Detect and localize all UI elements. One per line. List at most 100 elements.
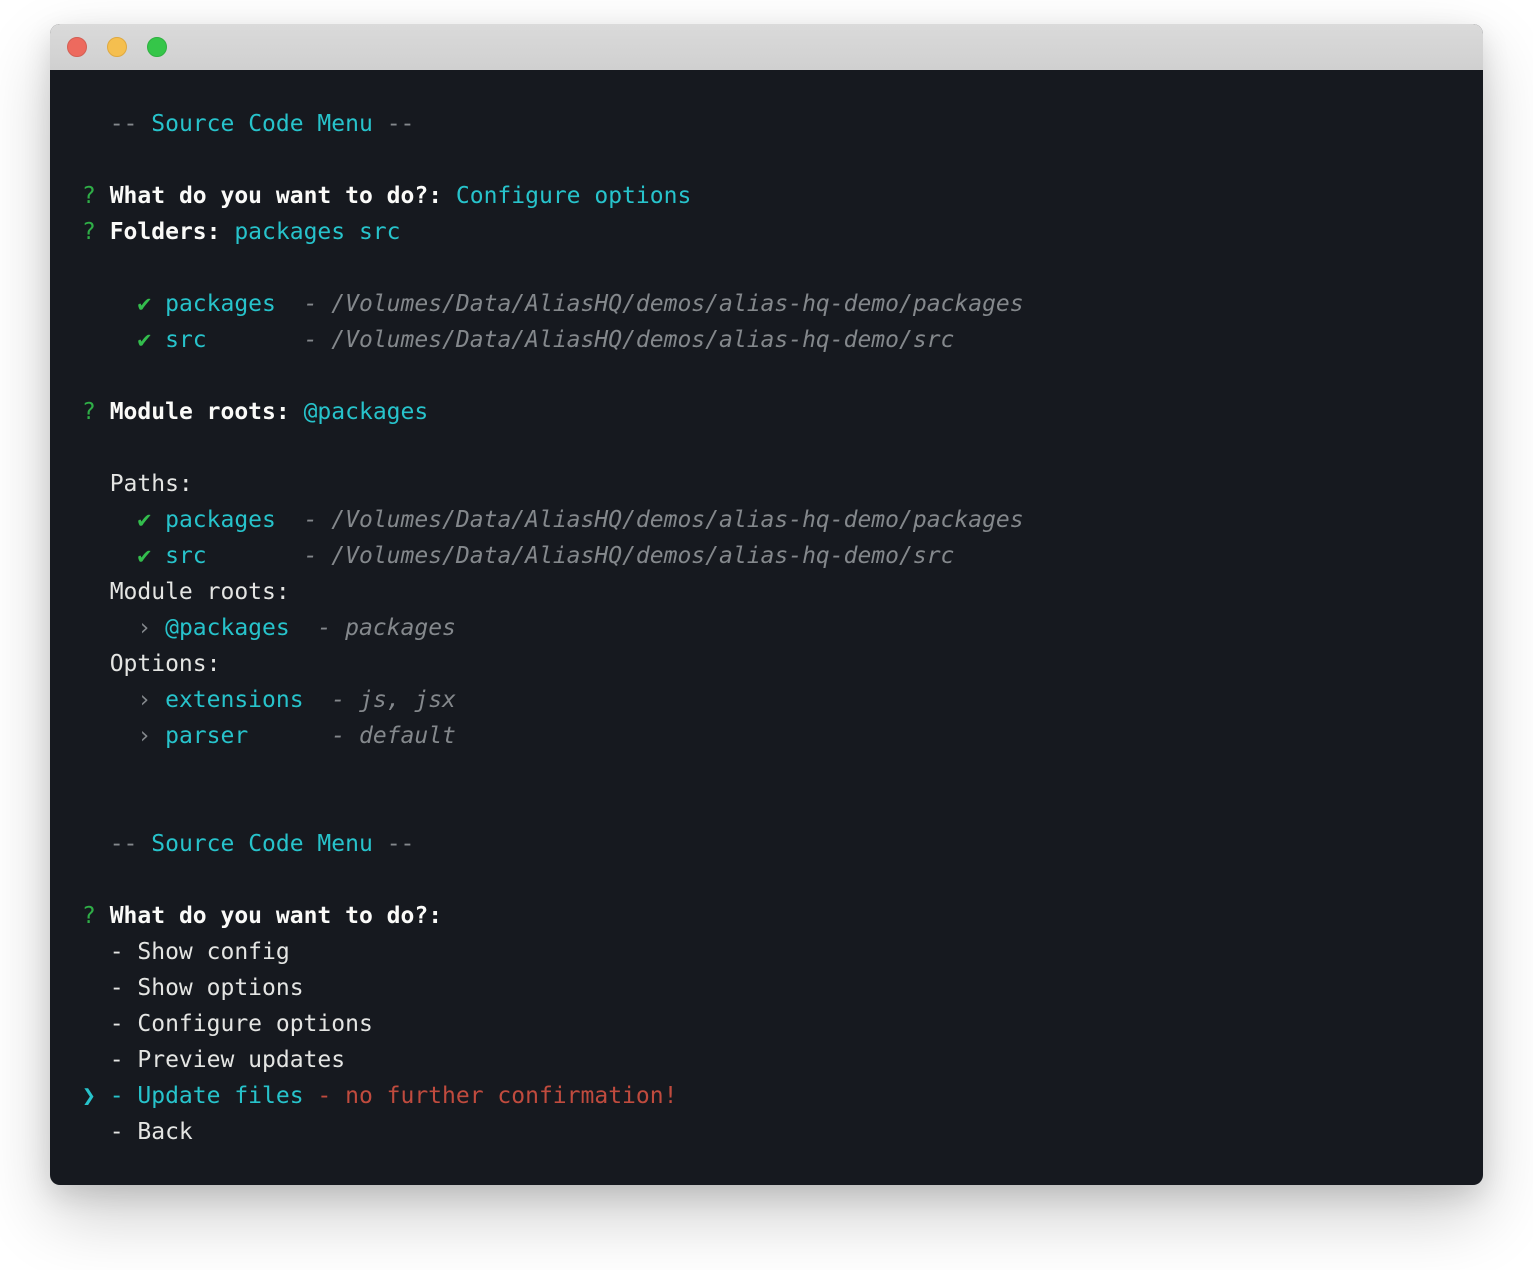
- terminal-text-segment: @packages: [165, 615, 290, 641]
- terminal-text-segment: What do you want to do?:: [110, 903, 442, 929]
- terminal-text-segment: packages: [165, 507, 276, 533]
- section-heading-module-roots: Module roots:: [82, 574, 1453, 610]
- terminal-text-segment: - no further confirmation!: [317, 1083, 677, 1109]
- blank-line: [82, 430, 1453, 466]
- terminal-text-segment: [207, 543, 304, 569]
- section-heading-options: Options:: [82, 646, 1453, 682]
- menu-item-show-options[interactable]: - Show options: [82, 970, 1453, 1006]
- terminal-text-segment: [82, 111, 110, 137]
- menu-item-configure-options[interactable]: - Configure options: [82, 1006, 1453, 1042]
- terminal-text-segment: [82, 543, 137, 569]
- terminal-text-segment: [82, 687, 137, 713]
- terminal-text-segment: ?: [82, 903, 110, 929]
- terminal-text-segment: What do you want to do?:: [110, 183, 456, 209]
- terminal-text-segment: Configure options: [456, 183, 691, 209]
- window-titlebar: [50, 24, 1483, 70]
- terminal-text-segment: ✔: [137, 543, 165, 569]
- terminal-text-segment: [276, 291, 304, 317]
- terminal-text-segment: [137, 831, 151, 857]
- terminal-text-segment: src: [165, 543, 207, 569]
- terminal-text-segment: [82, 831, 110, 857]
- terminal-text-segment: --: [110, 111, 138, 137]
- blank-line: [82, 754, 1453, 790]
- terminal-text-segment: packages src: [234, 219, 400, 245]
- menu-item-preview-updates[interactable]: - Preview updates: [82, 1042, 1453, 1078]
- terminal-text-segment: Source Code Menu: [151, 831, 373, 857]
- terminal-text-segment: Module roots:: [82, 579, 290, 605]
- terminal-text-segment: ?: [82, 399, 110, 425]
- folder-row-packages: ✔ packages - /Volumes/Data/AliasHQ/demos…: [82, 286, 1453, 322]
- terminal-text-segment: [82, 327, 137, 353]
- terminal-text-segment: [82, 723, 137, 749]
- terminal-text-segment: - Configure options: [82, 1011, 373, 1037]
- terminal-text-segment: - /Volumes/Data/AliasHQ/demos/alias-hq-d…: [304, 291, 1024, 317]
- terminal-text-segment: ›: [137, 687, 165, 713]
- terminal-text-segment: ✔: [137, 327, 165, 353]
- terminal-text-segment: extensions: [165, 687, 303, 713]
- terminal-text-segment: ?: [82, 183, 110, 209]
- prompt-folders-answered: ? Folders: packages src: [82, 214, 1453, 250]
- terminal-text-segment: --: [110, 831, 138, 857]
- module-root-row-packages: › @packages - packages: [82, 610, 1453, 646]
- terminal-text-segment: Module roots:: [110, 399, 304, 425]
- terminal-text-segment: - default: [331, 723, 456, 749]
- terminal-text-segment: - Preview updates: [82, 1047, 345, 1073]
- menu-item-back[interactable]: - Back: [82, 1114, 1453, 1150]
- terminal-text-segment: [304, 687, 332, 713]
- blank-line: [82, 142, 1453, 178]
- section-heading-paths: Paths:: [82, 466, 1453, 502]
- terminal-text-segment: packages: [165, 291, 276, 317]
- menu-title: -- Source Code Menu --: [82, 106, 1453, 142]
- terminal-text-segment: [137, 111, 151, 137]
- terminal-text-segment: --: [387, 111, 415, 137]
- terminal-text-segment: - Show config: [82, 939, 290, 965]
- prompt-module-roots-answered: ? Module roots: @packages: [82, 394, 1453, 430]
- terminal-text-segment: [82, 615, 137, 641]
- terminal-text-segment: - Back: [82, 1119, 193, 1145]
- terminal-text-segment: --: [387, 831, 415, 857]
- terminal-text-segment: Paths:: [82, 471, 193, 497]
- terminal-text-segment: Source Code Menu: [151, 111, 373, 137]
- terminal-text-segment: - js, jsx: [331, 687, 456, 713]
- terminal-text-segment: [207, 327, 304, 353]
- terminal-window: -- Source Code Menu -- ? What do you wan…: [50, 24, 1483, 1185]
- terminal-text-segment: - /Volumes/Data/AliasHQ/demos/alias-hq-d…: [304, 327, 955, 353]
- path-row-src: ✔ src - /Volumes/Data/AliasHQ/demos/alia…: [82, 538, 1453, 574]
- prompt-menu-question: ? What do you want to do?:: [82, 898, 1453, 934]
- terminal-text-segment: Folders:: [110, 219, 235, 245]
- terminal-text-segment: [82, 291, 137, 317]
- blank-line: [82, 862, 1453, 898]
- terminal-text-segment: [290, 615, 318, 641]
- terminal-text-segment: - packages: [317, 615, 455, 641]
- blank-line: [82, 250, 1453, 286]
- terminal-text-segment: [82, 507, 137, 533]
- menu-title: -- Source Code Menu --: [82, 826, 1453, 862]
- terminal-text-segment: Options:: [82, 651, 220, 677]
- terminal-text-segment: ›: [137, 723, 165, 749]
- option-row-extensions: › extensions - js, jsx: [82, 682, 1453, 718]
- blank-line: [82, 358, 1453, 394]
- terminal-text-segment: ✔: [137, 507, 165, 533]
- terminal-text-segment: ›: [137, 615, 165, 641]
- terminal-text-segment: ?: [82, 219, 110, 245]
- terminal-text-segment: [248, 723, 331, 749]
- zoom-button[interactable]: [147, 37, 167, 57]
- terminal-text-segment: ✔: [137, 291, 165, 317]
- terminal-text-segment: parser: [165, 723, 248, 749]
- terminal-text-segment: - Show options: [82, 975, 304, 1001]
- terminal-text-segment: [276, 507, 304, 533]
- blank-line: [82, 790, 1453, 826]
- close-button[interactable]: [67, 37, 87, 57]
- terminal-text-segment: - /Volumes/Data/AliasHQ/demos/alias-hq-d…: [304, 507, 1024, 533]
- terminal-text-segment: [373, 831, 387, 857]
- prompt-action-answered: ? What do you want to do?: Configure opt…: [82, 178, 1453, 214]
- terminal-text-segment: ❯ - Update files: [82, 1083, 317, 1109]
- folder-row-src: ✔ src - /Volumes/Data/AliasHQ/demos/alia…: [82, 322, 1453, 358]
- option-row-parser: › parser - default: [82, 718, 1453, 754]
- minimize-button[interactable]: [107, 37, 127, 57]
- terminal-text-segment: src: [165, 327, 207, 353]
- menu-item-show-config[interactable]: - Show config: [82, 934, 1453, 970]
- menu-item-selected-update-files[interactable]: ❯ - Update files - no further confirmati…: [82, 1078, 1453, 1114]
- terminal-text-segment: @packages: [304, 399, 429, 425]
- terminal-text-segment: [373, 111, 387, 137]
